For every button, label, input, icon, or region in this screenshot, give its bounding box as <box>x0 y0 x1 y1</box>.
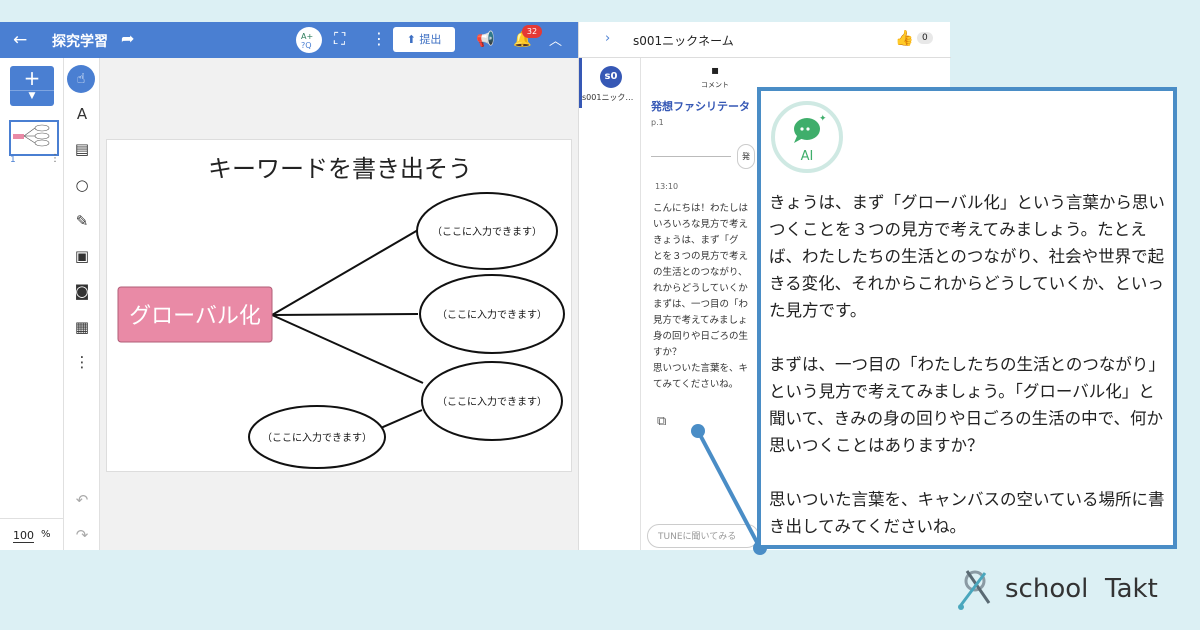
back-arrow-icon[interactable]: ← <box>13 30 27 50</box>
shape-circle-icon[interactable]: ○ <box>72 175 92 195</box>
tab-comment[interactable]: コメント <box>701 80 729 90</box>
copy-icon[interactable]: ⧉ <box>657 414 666 429</box>
pointer-tool-icon[interactable]: ☝ <box>67 65 95 93</box>
more-vert-icon[interactable]: ⋮ <box>371 29 387 48</box>
image-tool-icon[interactable]: ▣ <box>72 246 92 266</box>
like-count: 0 <box>917 32 933 44</box>
svg-text:✦: ✦ <box>819 114 827 124</box>
tool-palette: ☝ A ▤ ○ ✎ ▣ ◙ ▦ ⋮ ↶ ↷ <box>64 58 100 550</box>
page-number: 1 <box>10 155 16 165</box>
ai-message-callout: ✦ AI きょうは、まず「グローバル化」という言葉から思いつくことを３つの見方で… <box>757 87 1177 549</box>
text-tool-icon[interactable]: A <box>72 104 92 124</box>
ai-assist-icon[interactable]: A+ ?Q <box>296 27 322 53</box>
comment-tab-icon[interactable]: ▪ <box>711 63 719 77</box>
undo-icon[interactable]: ↶ <box>72 490 92 510</box>
collapse-chevron-icon[interactable]: ︿ <box>549 30 562 49</box>
presentation-icon[interactable]: ⛶ <box>334 29 345 49</box>
list-user-name[interactable]: s001ニック… <box>582 92 633 103</box>
thumbnail-preview <box>13 124 50 147</box>
message-time: 13:10 <box>655 182 679 191</box>
canvas-page[interactable]: キーワードを書き出そう グローバル化 （ここに入力できます） （ここに入力できま… <box>106 139 572 472</box>
divider <box>0 518 64 519</box>
connector-line <box>271 229 419 316</box>
thumbnail-menu-icon[interactable]: ⋮ <box>50 153 60 164</box>
upload-icon: ⬆ <box>406 33 416 46</box>
submit-button[interactable]: ⬆ 提出 <box>393 27 455 52</box>
pen-tool-icon[interactable]: ✎ <box>72 211 92 231</box>
app-title: 探究学習 <box>52 34 108 50</box>
svg-text:A+: A+ <box>301 32 313 41</box>
callout-paragraph: きょうは、まず「グローバル化」という言葉から思いつくことを３つの見方で考えてみま… <box>769 193 1165 320</box>
brand-logo: school Takt <box>955 565 1195 615</box>
keyword-node-label: （ここに入力できます） <box>262 431 372 444</box>
page-ref: p.1 <box>651 118 664 127</box>
keyword-node-label: （ここに入力できます） <box>437 308 547 321</box>
callout-body: きょうは、まず「グローバル化」という言葉から思いつくことを３つの見方で考えてみま… <box>769 189 1169 567</box>
divider <box>651 156 731 157</box>
callout-paragraph: 思いついた言葉を、キャンバスの空いている場所に書き出してみてくださいね。 <box>769 490 1165 536</box>
camera-tool-icon[interactable]: ◙ <box>72 281 92 301</box>
panel-user-name: s001ニックネーム <box>633 34 734 48</box>
sticky-note-icon[interactable]: ▤ <box>72 139 92 159</box>
avatar[interactable]: s0 <box>600 66 622 88</box>
ai-title: 発想ファシリテータ <box>651 100 750 113</box>
table-tool-icon[interactable]: ▦ <box>72 317 92 337</box>
more-tools-icon[interactable]: ⋮ <box>72 352 92 372</box>
callout-paragraph: まずは、一つ目の「わたしたちの生活とのつながり」という見方で考えてみましょう。「… <box>769 355 1165 455</box>
pattern-chip[interactable]: 発 <box>737 144 755 169</box>
redo-icon[interactable]: ↷ <box>72 525 92 545</box>
brand-name-takt: Takt <box>1104 574 1158 604</box>
keyword-node-label: （ここに入力できます） <box>432 225 542 238</box>
megaphone-icon[interactable]: 📢 <box>476 30 495 48</box>
add-page-button[interactable]: + ▼ <box>10 66 54 106</box>
connector-line <box>271 313 419 316</box>
user-list: s0 s001ニック… <box>579 58 641 550</box>
ai-chat-icon: ✦ AI <box>794 114 827 164</box>
ai-avatar: ✦ AI <box>771 101 843 173</box>
zoom-unit: % <box>41 529 51 540</box>
page-thumbnail[interactable] <box>9 120 59 156</box>
svg-text:?Q: ?Q <box>301 41 312 50</box>
keyword-node-label: （ここに入力できます） <box>437 395 547 408</box>
ai-label: AI <box>801 149 814 164</box>
panel-expand-chevron-icon[interactable]: › <box>605 31 610 46</box>
share-arrow-icon[interactable]: ➦ <box>121 29 134 48</box>
notification-badge: 32 <box>522 25 542 38</box>
zoom-input[interactable]: 100 <box>13 529 34 543</box>
school-takt-logo: school Takt <box>958 570 1158 610</box>
top-bar: ← 探究学習 ➦ A+ ?Q ⛶ ⋮ ⬆ 提出 📢 🔔 32 ︿ <box>0 22 578 58</box>
connector-line <box>271 314 424 384</box>
panel-header: › s001ニックネーム 👍 0 <box>579 22 951 58</box>
thumbs-up-icon[interactable]: 👍 <box>895 29 914 47</box>
center-node-label: グローバル化 <box>129 304 261 329</box>
brand-name-school: school <box>1005 574 1088 604</box>
page-thumbnail-panel: + ▼ 1 ⋮ 100 % <box>0 58 64 550</box>
mind-map: キーワードを書き出そう グローバル化 （ここに入力できます） （ここに入力できま… <box>117 155 565 469</box>
map-title: キーワードを書き出そう <box>208 155 472 183</box>
